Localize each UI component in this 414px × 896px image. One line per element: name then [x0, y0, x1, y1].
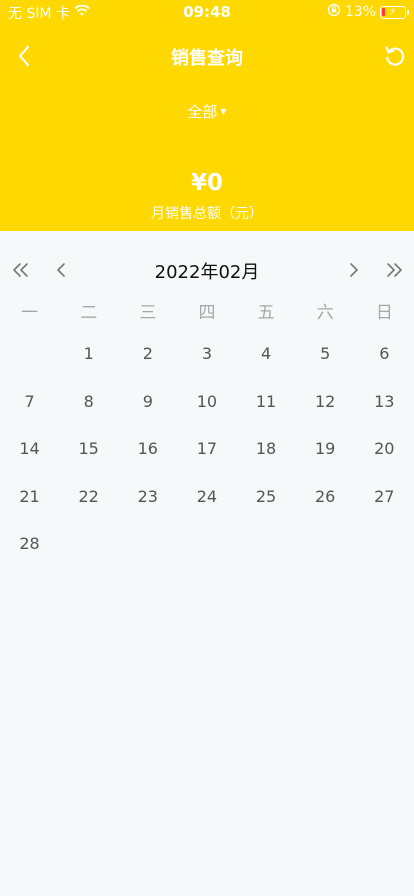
calendar-week-row: 7 8 9 10 11 12 13 — [0, 386, 414, 434]
refresh-icon — [385, 46, 405, 66]
calendar-day[interactable]: 7 — [0, 386, 59, 434]
calendar-day[interactable]: 17 — [177, 433, 236, 481]
page-title: 销售查询 — [171, 48, 243, 69]
weekday-sun: 日 — [375, 303, 393, 323]
weekday-thu: 四 — [198, 303, 216, 323]
weekday-tue: 二 — [80, 303, 98, 323]
calendar-day[interactable]: 8 — [59, 386, 118, 434]
calendar-week-row: 28 — [0, 528, 414, 576]
next-year-button[interactable] — [379, 254, 409, 286]
calendar-day[interactable]: 6 — [355, 338, 414, 386]
month-navigation: 2022年02月 — [0, 252, 414, 288]
calendar-day[interactable]: 16 — [118, 433, 177, 481]
calendar-week-row: 21 22 23 24 25 26 27 — [0, 481, 414, 529]
calendar-day[interactable]: 11 — [237, 386, 296, 434]
weekday-header: 一 二 三 四 五 六 日 — [0, 298, 414, 328]
calendar-empty-cell — [296, 528, 355, 576]
weekday-mon: 一 — [21, 303, 39, 323]
battery-icon: ⚡ — [380, 4, 409, 19]
calendar-day[interactable]: 22 — [59, 481, 118, 529]
calendar-day[interactable]: 23 — [118, 481, 177, 529]
calendar-grid: 1 2 3 4 5 6 7 8 9 10 11 12 13 14 15 16 17 18 19 20 21 22 23 24 2… — [0, 338, 414, 576]
orientation-lock-icon — [327, 3, 341, 21]
calendar-empty-cell — [0, 338, 59, 386]
calendar-empty-cell — [237, 528, 296, 576]
calendar-day[interactable]: 27 — [355, 481, 414, 529]
header: 无 SIM 卡 09:48 13% ⚡ 销售查询 全部 ▼ ¥0 月销售总额（元… — [0, 0, 414, 231]
battery-percent: 13% — [344, 4, 376, 20]
calendar-day[interactable]: 20 — [355, 433, 414, 481]
calendar-empty-cell — [177, 528, 236, 576]
calendar-day[interactable]: 18 — [237, 433, 296, 481]
weekday-fri: 五 — [257, 303, 275, 323]
charging-icon: ⚡ — [389, 4, 397, 18]
battery-level — [382, 7, 385, 16]
calendar-day[interactable]: 24 — [177, 481, 236, 529]
calendar-week-row: 123456 — [0, 338, 414, 386]
calendar-day[interactable]: 25 — [237, 481, 296, 529]
calendar-empty-cell — [355, 528, 414, 576]
status-right: 13% ⚡ — [327, 3, 409, 21]
monthly-sales-amount: ¥0 — [190, 170, 223, 196]
calendar-day[interactable]: 26 — [296, 481, 355, 529]
weekday-sat: 六 — [316, 303, 334, 323]
refresh-button[interactable] — [380, 41, 410, 71]
filter-label: 全部 — [187, 103, 218, 121]
status-bar: 无 SIM 卡 09:48 13% ⚡ — [0, 0, 414, 24]
calendar-day[interactable]: 5 — [296, 338, 355, 386]
calendar-day[interactable]: 10 — [177, 386, 236, 434]
calendar-week-row: 14 15 16 17 18 19 20 — [0, 433, 414, 481]
calendar-day[interactable]: 12 — [296, 386, 355, 434]
calendar-day[interactable]: 28 — [0, 528, 59, 576]
weekday-wed: 三 — [139, 303, 157, 323]
calendar-day[interactable]: 9 — [118, 386, 177, 434]
chevron-right-icon — [350, 263, 358, 277]
calendar-day[interactable]: 1 — [59, 338, 118, 386]
calendar-day[interactable]: 4 — [237, 338, 296, 386]
calendar-day[interactable]: 15 — [59, 433, 118, 481]
calendar-day[interactable]: 14 — [0, 433, 59, 481]
next-month-button[interactable] — [339, 254, 369, 286]
monthly-sales-label: 月销售总额（元） — [151, 206, 263, 222]
calendar-day[interactable]: 19 — [296, 433, 355, 481]
calendar-day[interactable]: 13 — [355, 386, 414, 434]
calendar-day[interactable]: 21 — [0, 481, 59, 529]
calendar-day[interactable]: 3 — [177, 338, 236, 386]
calendar-empty-cell — [59, 528, 118, 576]
calendar-day[interactable]: 2 — [118, 338, 177, 386]
double-chevron-right-icon — [387, 263, 402, 277]
caret-down-icon: ▼ — [220, 107, 227, 116]
calendar-empty-cell — [118, 528, 177, 576]
filter-dropdown[interactable]: 全部 ▼ — [0, 101, 414, 122]
